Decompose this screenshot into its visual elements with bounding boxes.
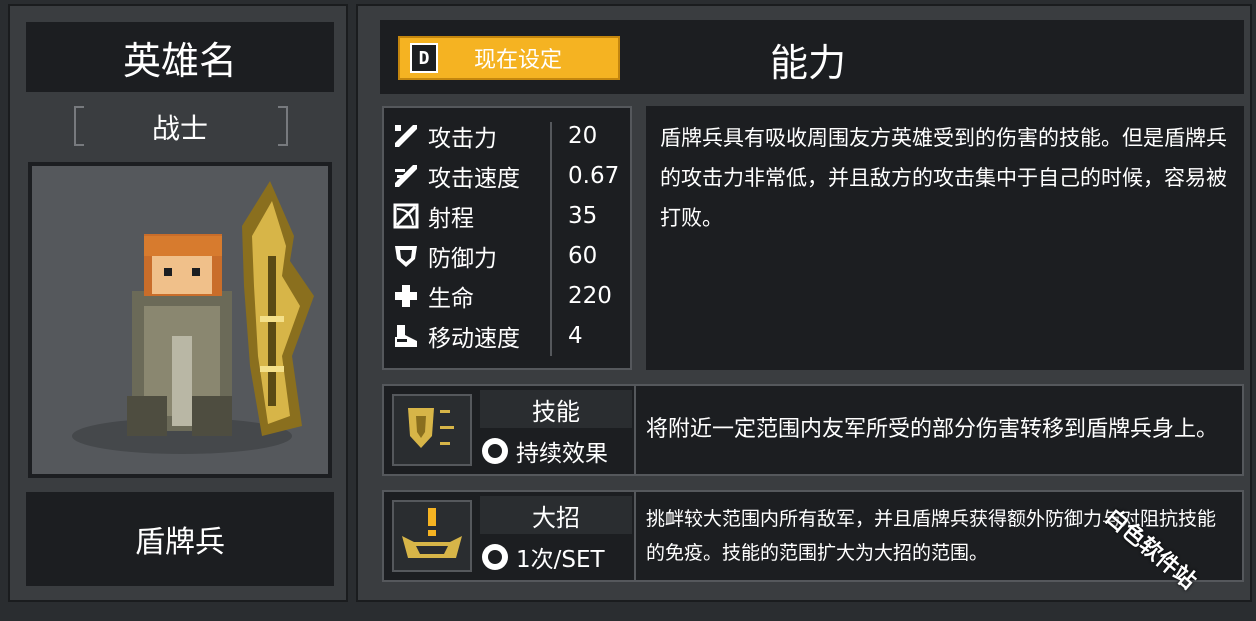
stat-label: 攻击力 [428,126,497,152]
ability-header-bar: D 现在设定 能力 [380,20,1244,94]
skill-type: 持续效果 [480,432,632,470]
stat-row-defense: 防御力 60 [392,236,632,276]
skill-type-label: 持续效果 [516,441,608,467]
hero-type-name: 盾牌兵 [26,492,334,586]
skill-row: 技能 持续效果 将附近一定范围内友军所受的部分伤害转移到盾牌兵身上。 [382,384,1244,476]
stat-row-move-speed: 移动速度 4 [392,316,632,356]
set-now-button[interactable]: D 现在设定 [398,36,620,80]
stat-row-range: 射程 35 [392,196,632,236]
stat-value: 0.67 [568,163,620,189]
passive-gear-icon [482,438,508,464]
d-key-icon: D [410,43,438,73]
ultimate-name: 大招 [480,496,632,534]
stat-label: 攻击速度 [428,166,520,192]
sword-icon [392,122,420,150]
stat-label: 射程 [428,206,474,232]
stat-value: 4 [568,323,583,349]
hero-name-heading: 英雄名 [26,22,334,92]
skill-description: 将附近一定范围内友军所受的部分伤害转移到盾牌兵身上。 [646,417,1219,442]
skill-name: 技能 [480,390,632,428]
stats-table: 攻击力 20 攻击速度 0.67 射程 35 防御力 60 生命 220 移动速… [382,106,632,370]
stat-row-health: 生命 220 [392,276,632,316]
shield-icon [392,242,420,270]
hero-portrait [28,162,332,478]
range-icon [392,202,420,230]
stat-label: 防御力 [428,246,497,272]
boot-icon [392,322,420,350]
stat-row-attack-speed: 攻击速度 0.67 [392,156,632,196]
set-now-label: 现在设定 [473,48,562,73]
stat-row-attack: 攻击力 20 [392,116,632,156]
ultimate-divider [634,492,636,580]
bracket-right-decoration [278,106,288,146]
shield-aura-skill-icon[interactable] [392,394,472,466]
stat-label: 生命 [428,286,474,312]
taunt-ultimate-icon[interactable] [392,500,472,572]
health-cross-icon [392,282,420,310]
hero-class-label: 战士 [151,112,208,145]
attack-speed-icon [392,162,420,190]
hero-description: 盾牌兵具有吸收周围友方英雄受到的伤害的技能。但是盾牌兵的攻击力非常低，并且敌方的… [646,106,1244,370]
ultimate-usage-label: 1次/SET [516,547,605,573]
stat-value: 20 [568,123,598,149]
stat-label: 移动速度 [428,326,520,352]
stat-value: 35 [568,203,598,229]
usage-gear-icon [482,544,508,570]
stat-value: 220 [568,283,612,309]
ultimate-usage: 1次/SET [480,538,632,576]
hero-info-panel: 英雄名 战士 盾牌兵 [8,4,348,602]
shield-soldier-sprite [72,181,314,454]
skill-divider [634,386,636,474]
ability-title: 能力 [770,41,847,85]
stat-value: 60 [568,243,598,269]
